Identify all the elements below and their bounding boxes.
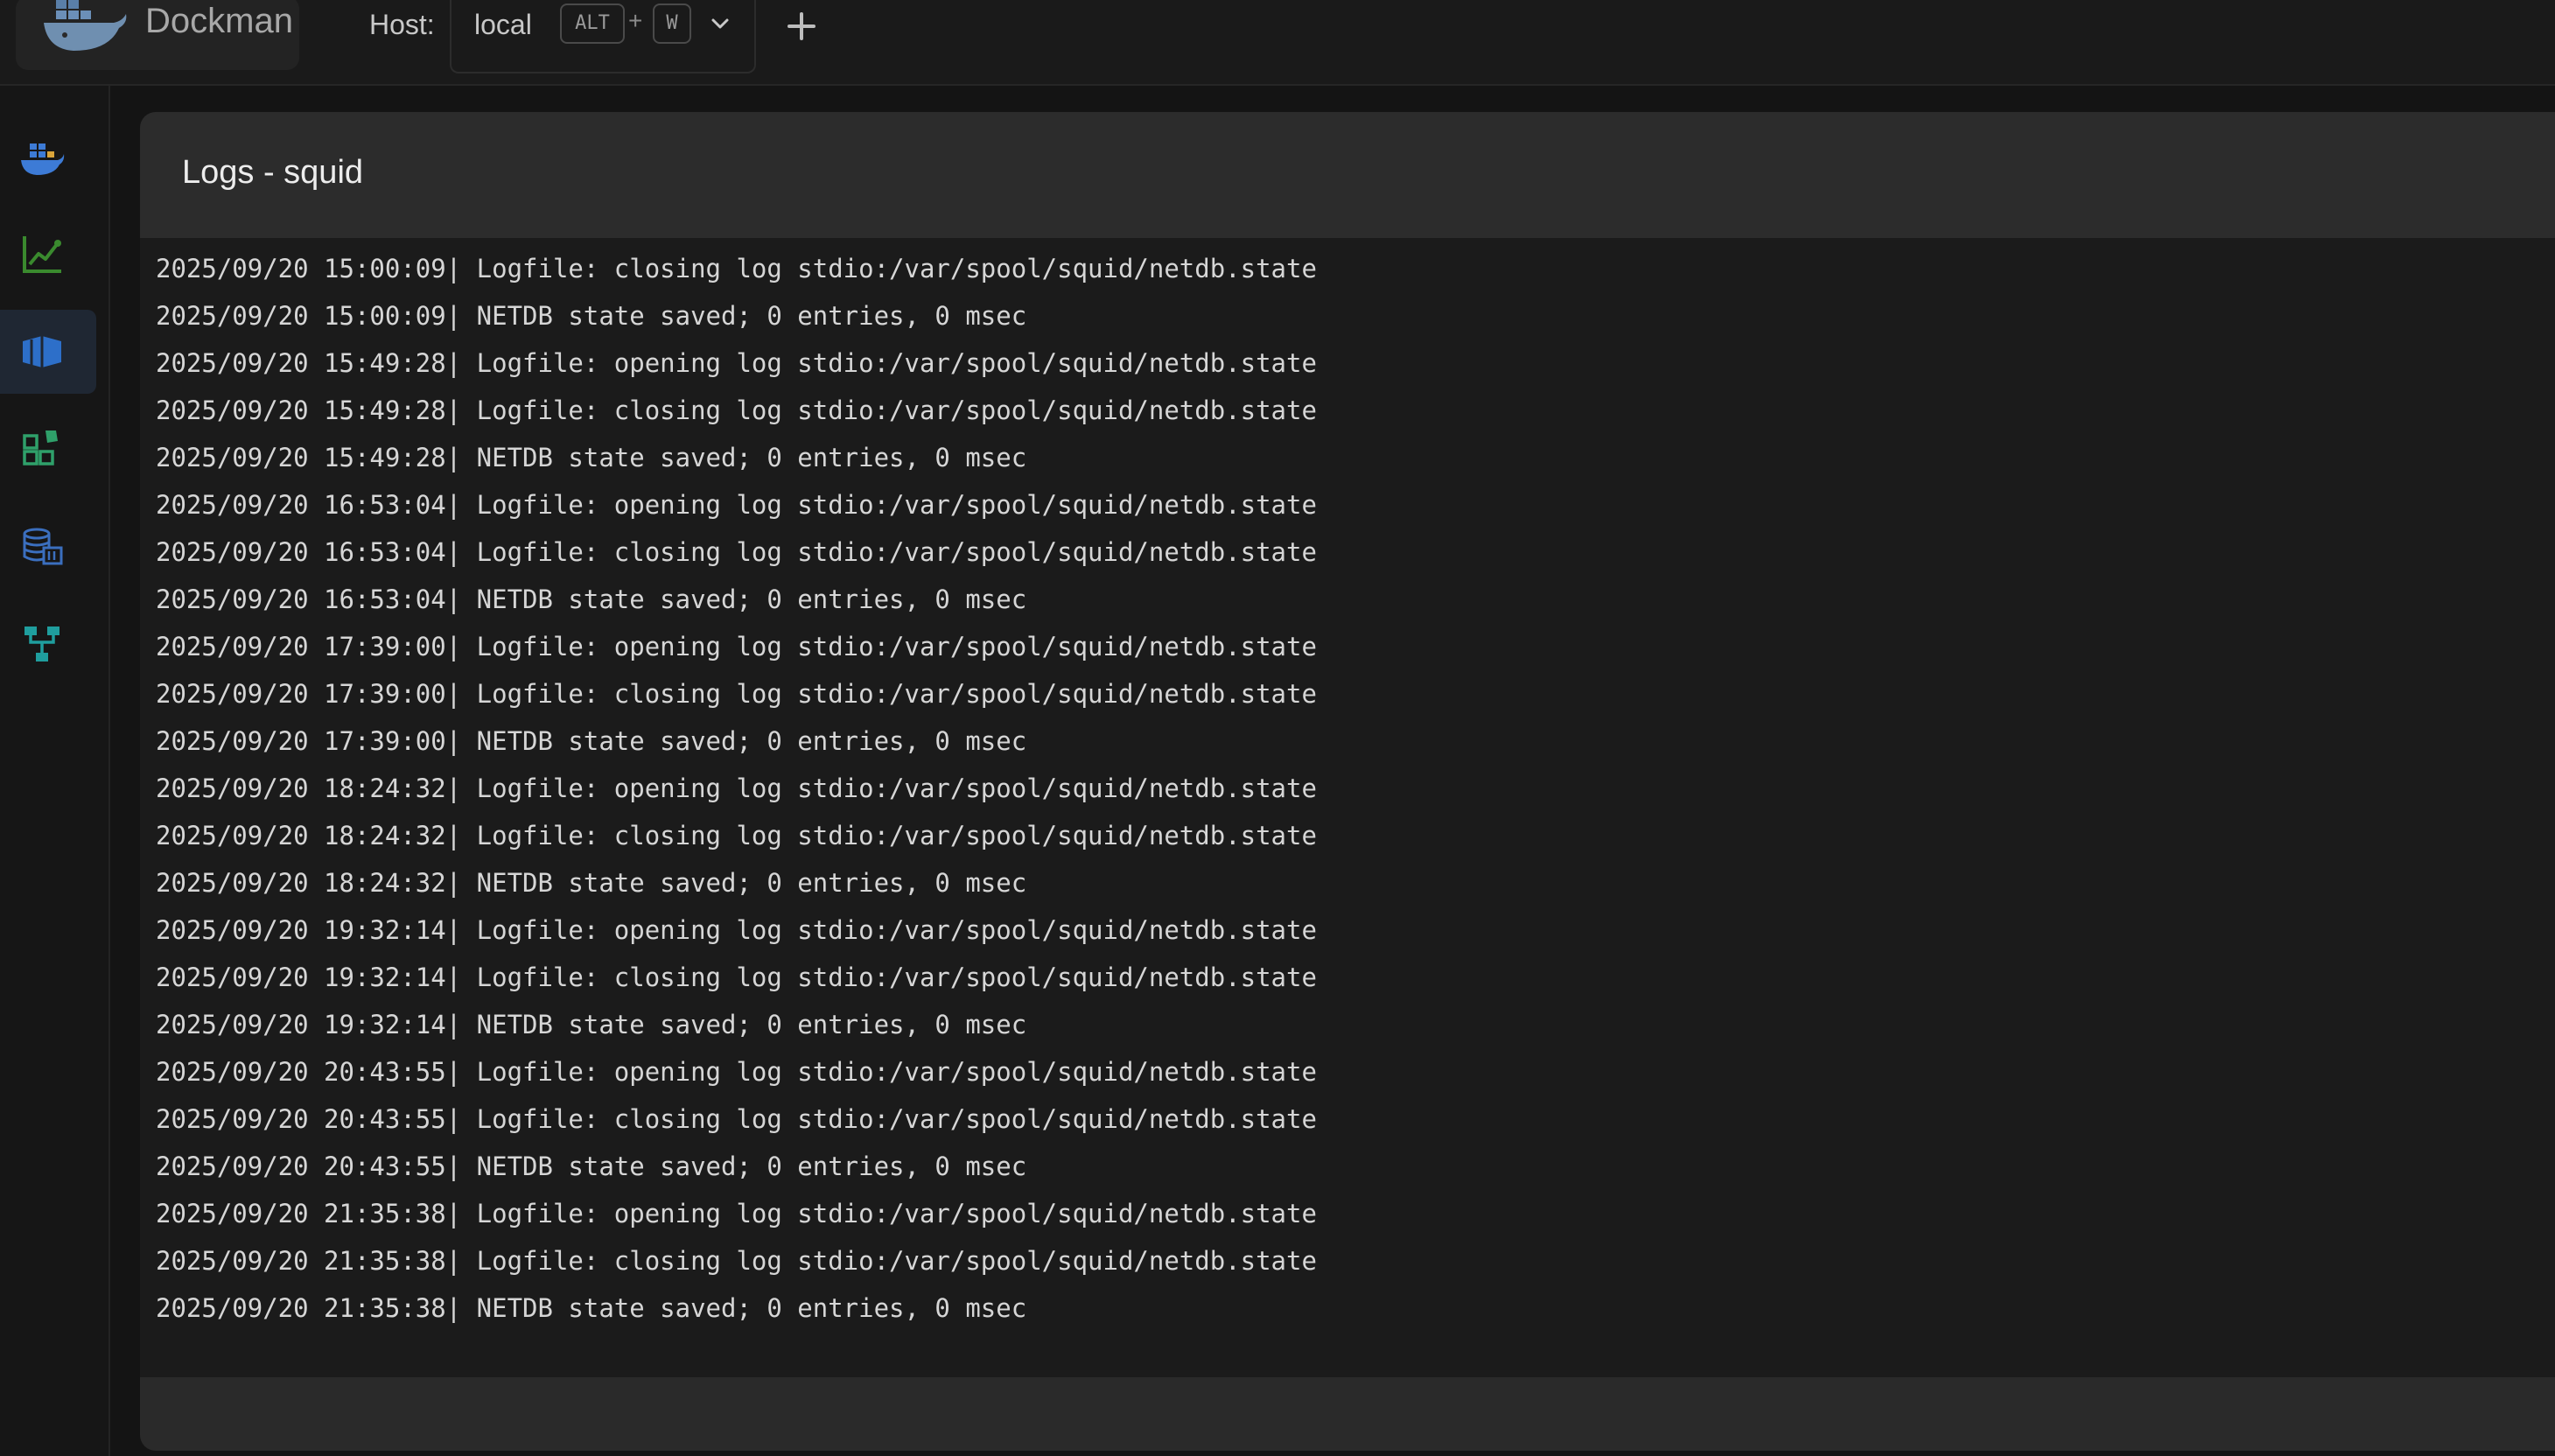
top-bar: Dockman Host: local ALT + W	[0, 0, 2555, 86]
brand[interactable]: Dockman	[16, 0, 299, 70]
log-output[interactable]: 2025/09/20 15:00:09| Logfile: closing lo…	[156, 245, 2518, 1332]
host-value: local	[474, 9, 532, 40]
log-line: 2025/09/20 18:24:32| Logfile: closing lo…	[156, 821, 1317, 850]
log-line: 2025/09/20 16:53:04| Logfile: opening lo…	[156, 490, 1317, 520]
log-line: 2025/09/20 16:53:04| Logfile: closing lo…	[156, 537, 1317, 567]
host-label: Host:	[369, 9, 435, 40]
stats-chart-icon	[23, 236, 61, 273]
log-line: 2025/09/20 15:00:09| NETDB state saved; …	[156, 301, 1027, 331]
docker-whale-logo-icon	[44, 0, 127, 51]
shortcut-alt-key: ALT	[560, 4, 625, 44]
log-line: 2025/09/20 19:32:14| Logfile: closing lo…	[156, 962, 1317, 992]
sidebar	[0, 86, 110, 1456]
log-line: 2025/09/20 20:43:55| Logfile: closing lo…	[156, 1104, 1317, 1134]
containers-icon	[23, 336, 61, 368]
log-line: 2025/09/20 15:49:28| NETDB state saved; …	[156, 443, 1027, 472]
page-title: Logs - squid	[182, 154, 364, 191]
log-line: 2025/09/20 21:35:38| Logfile: opening lo…	[156, 1199, 1317, 1228]
log-line: 2025/09/20 16:53:04| NETDB state saved; …	[156, 584, 1027, 614]
chevron-down-icon[interactable]	[709, 12, 732, 35]
volumes-icon	[23, 528, 63, 565]
log-line: 2025/09/20 17:39:00| Logfile: closing lo…	[156, 679, 1317, 709]
shortcut-w-key: W	[653, 4, 691, 44]
add-host-icon[interactable]	[780, 5, 822, 47]
networks-icon	[24, 626, 60, 662]
sidebar-item-stats[interactable]	[0, 212, 96, 296]
logs-modal-footer	[140, 1377, 2555, 1451]
log-line: 2025/09/20 15:49:28| Logfile: opening lo…	[156, 348, 1317, 378]
shortcut-plus: +	[628, 7, 643, 34]
images-icon	[23, 430, 58, 466]
log-line: 2025/09/20 15:00:09| Logfile: closing lo…	[156, 254, 1317, 284]
app-name: Dockman	[145, 2, 293, 40]
log-line: 2025/09/20 20:43:55| Logfile: opening lo…	[156, 1057, 1317, 1087]
sidebar-item-networks[interactable]	[0, 602, 96, 686]
logs-modal-header: Logs - squid	[140, 112, 2555, 238]
log-line: 2025/09/20 17:39:00| NETDB state saved; …	[156, 726, 1027, 756]
log-line: 2025/09/20 17:39:00| Logfile: opening lo…	[156, 632, 1317, 662]
sidebar-item-volumes[interactable]	[0, 504, 96, 588]
host-selector[interactable]: local ALT + W	[450, 0, 756, 74]
log-line: 2025/09/20 19:32:14| Logfile: opening lo…	[156, 915, 1317, 945]
sidebar-item-images[interactable]	[0, 406, 96, 490]
log-line: 2025/09/20 19:32:14| NETDB state saved; …	[156, 1010, 1027, 1040]
log-line: 2025/09/20 18:24:32| NETDB state saved; …	[156, 868, 1027, 898]
logs-modal: Logs - squid 2025/09/20 15:00:09| Logfil…	[140, 112, 2555, 1451]
docker-whale-icon	[21, 144, 65, 175]
log-line: 2025/09/20 21:35:38| NETDB state saved; …	[156, 1293, 1027, 1323]
log-line: 2025/09/20 15:49:28| Logfile: closing lo…	[156, 396, 1317, 425]
log-line: 2025/09/20 21:35:38| Logfile: closing lo…	[156, 1246, 1317, 1276]
sidebar-item-docker[interactable]	[0, 116, 96, 200]
log-line: 2025/09/20 18:24:32| Logfile: opening lo…	[156, 774, 1317, 803]
log-line: 2025/09/20 20:43:55| NETDB state saved; …	[156, 1152, 1027, 1181]
sidebar-item-containers[interactable]	[0, 310, 96, 394]
